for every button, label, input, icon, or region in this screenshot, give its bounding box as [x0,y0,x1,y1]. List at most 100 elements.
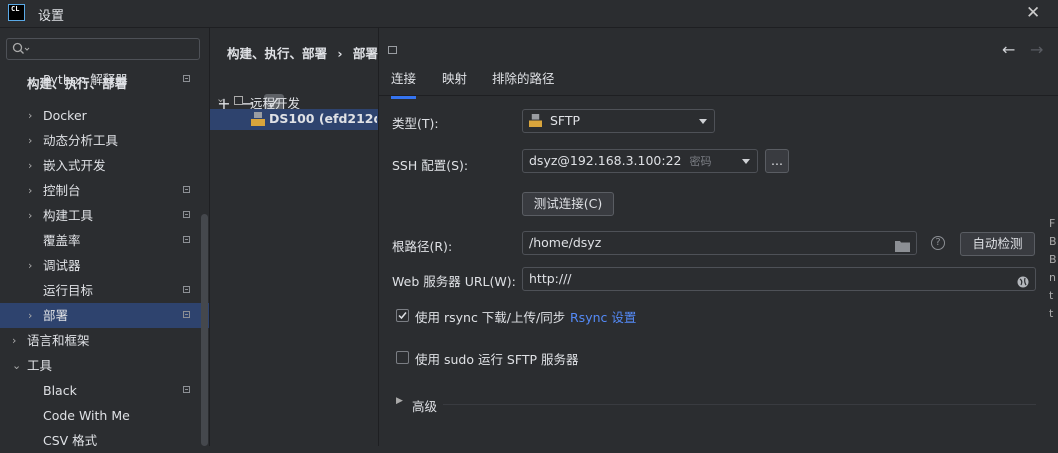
sudo-label: 使用 sudo 运行 SFTP 服务器 [415,352,579,367]
chevron-right-icon[interactable]: › [28,203,32,228]
type-value: SFTP [549,113,581,128]
sidebar-item[interactable]: 运行目标 [0,278,209,303]
project-scope-icon [183,386,190,393]
folder-icon[interactable] [895,237,910,259]
sidebar-item-label: 工具 [27,358,53,373]
ssh-auth-hint: 密码 [689,155,712,168]
tab-divider [379,95,1058,96]
sidebar-item[interactable]: › 构建工具 [0,203,209,228]
edge-text-fragment: B [1049,253,1057,266]
rsync-checkbox[interactable] [396,309,409,322]
chevron-right-icon[interactable]: › [28,103,32,128]
sidebar-item[interactable]: › 动态分析工具 [0,128,209,153]
sidebar-item[interactable]: 覆盖率 [0,228,209,253]
sidebar-item[interactable]: › 语言和框架 [0,328,209,353]
ssh-config-label: SSH 配置(S): [392,158,469,173]
edge-text-fragment: F [1049,217,1056,230]
forward-arrow-icon[interactable]: → [1030,40,1043,59]
sidebar-item-label: 构建工具 [43,208,94,223]
sidebar-item[interactable]: › 部署 [0,303,209,328]
rsync-settings-link[interactable]: Rsync 设置 [570,307,636,326]
back-arrow-icon[interactable]: ← [1002,40,1015,59]
sidebar-item[interactable]: Code With Me [0,403,209,428]
sidebar-item-label: 动态分析工具 [43,133,119,148]
sidebar-item[interactable]: CSV 格式 [0,428,209,453]
edge-text-fragment: t [1049,289,1054,302]
close-icon[interactable]: ✕ [1026,3,1040,23]
chevron-right-icon[interactable]: › [28,128,32,153]
chevron-down-icon [699,119,707,124]
breadcrumb: 构建、执行、部署 › 部署 [227,43,378,62]
project-scope-icon [388,46,397,54]
breadcrumb-part[interactable]: 构建、执行、部署 [227,46,327,61]
test-connection-button[interactable]: 测试连接(C) [522,192,614,216]
chevron-right-icon[interactable]: › [28,153,32,178]
sftp-icon [529,112,542,127]
type-label: 类型(T): [392,116,439,131]
search-icon [12,42,30,54]
project-scope-icon [183,286,190,293]
chevron-down-icon [742,159,750,164]
sidebar-item-label: 控制台 [43,183,81,198]
type-select[interactable]: SFTP [522,109,715,133]
chevron-right-icon[interactable]: › [28,178,32,203]
chevron-right-icon[interactable]: › [12,328,16,353]
sidebar-item[interactable]: › 调试器 [0,253,209,278]
root-path-label: 根路径(R): [392,239,453,254]
web-url-value: http:/// [529,271,572,286]
server-item-label: DS100 (efd212d8- [269,111,377,126]
server-list-panel: + − ✓ ⌄ 远程开发 DS100 (efd212d8- [210,28,379,446]
advanced-divider [443,404,1036,405]
sidebar-item-label: 调试器 [43,258,81,273]
sidebar-item-label: Code With Me [43,408,130,423]
globe-icon[interactable] [1017,273,1029,295]
tab-excluded-paths[interactable]: 排除的路径 [492,70,555,96]
sidebar-item-label: 运行目标 [43,283,94,298]
sidebar-item-label: 覆盖率 [43,233,81,248]
advanced-section-label[interactable]: 高级 [412,396,437,415]
autodetect-button[interactable]: 自动检测 [960,232,1035,256]
sidebar-item[interactable]: › Docker [0,103,209,128]
sidebar-item[interactable]: Python 解释器 [0,72,209,104]
expand-triangle-icon[interactable]: ▶ [396,396,403,406]
sidebar-item-label: Docker [43,108,87,123]
sidebar-item[interactable]: › 控制台 [0,178,209,203]
web-url-field[interactable]: http:/// [522,267,1036,291]
sidebar-item-label: CSV 格式 [43,433,98,448]
settings-search-input[interactable] [6,38,200,60]
chevron-right-icon[interactable]: › [28,303,32,328]
app-logo-icon: CL [8,4,25,21]
clipped-edge-text: FBBntt [1049,215,1058,405]
root-path-value: /home/dsyz [529,235,602,250]
root-path-field[interactable]: /home/dsyz [522,231,917,255]
chevron-down-icon: ⌄ [216,92,226,105]
chevron-down-icon[interactable]: ⌄ [12,353,21,378]
tab-mappings[interactable]: 映射 [442,70,467,96]
ssh-config-select[interactable]: dsyz@192.168.3.100:22 密码 [522,149,758,173]
rsync-label: 使用 rsync 下载/上传/同步 [415,310,566,325]
project-scope-icon [183,186,190,193]
server-config-panel [379,64,1058,446]
project-scope-icon [183,236,190,243]
title-bar: CL 设置 ✕ [0,0,1058,28]
project-scope-icon [183,75,190,82]
sidebar-item-label: 语言和框架 [27,333,90,348]
chevron-right-icon[interactable]: › [28,253,32,278]
sidebar-item-label: 部署 [43,308,69,323]
ssh-config-value: dsyz@192.168.3.100:22 [529,153,682,168]
help-icon[interactable]: ? [931,236,945,250]
project-scope-icon [183,211,190,218]
settings-sidebar: 构建、执行、部署 Python 解释器 › Docker › 动态分析工具 › 嵌入式开发 ›… [0,28,210,448]
sidebar-item-label: Python 解释器 [43,72,128,87]
sudo-checkbox[interactable] [396,351,409,364]
server-item-ds100[interactable]: DS100 (efd212d8- [210,109,378,130]
sidebar-item[interactable]: ⌄ 工具 [0,353,209,378]
ssh-config-more-button[interactable]: ... [765,149,789,173]
edge-text-fragment: n [1049,271,1056,284]
sidebar-scrollbar[interactable] [201,214,208,446]
sidebar-item[interactable]: Black [0,378,209,403]
breadcrumb-separator: › [337,46,343,61]
sidebar-item-label: Black [43,383,77,398]
sidebar-item[interactable]: › 嵌入式开发 [0,153,209,178]
window-title: 设置 [38,9,65,24]
